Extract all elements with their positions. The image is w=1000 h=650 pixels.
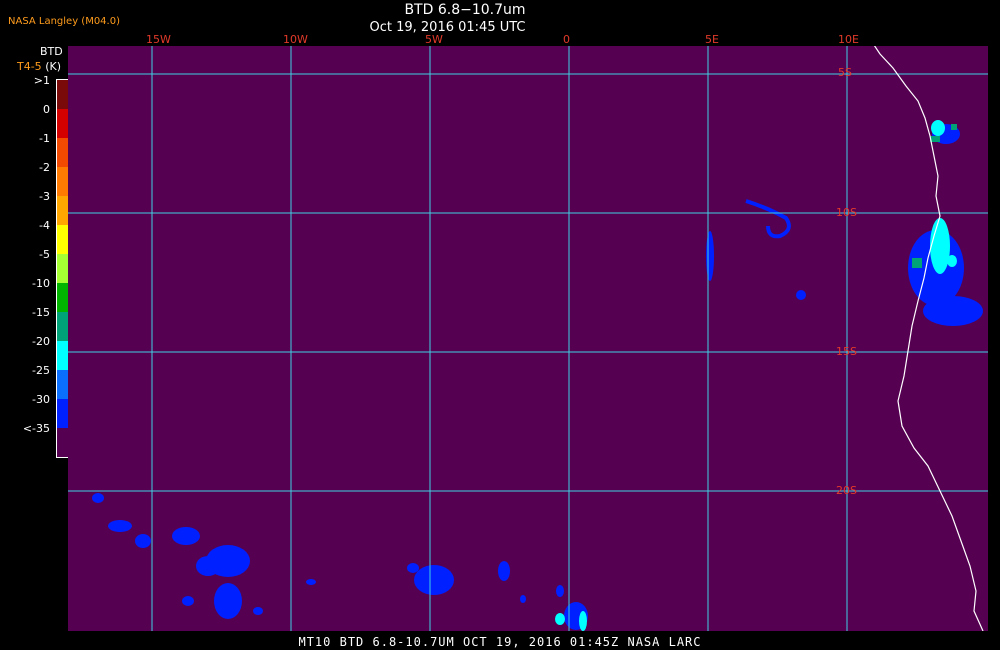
legend-label: -15: [32, 306, 50, 319]
lon-label-10w: 10W: [283, 33, 308, 46]
cloud-blob: [108, 520, 132, 532]
map-background: [68, 46, 988, 631]
cloud-blob: [414, 565, 454, 595]
lat-label-15s: 15S: [836, 345, 857, 358]
legend-label: -10: [32, 277, 50, 290]
satellite-map: [68, 46, 988, 631]
cloud-blob: [407, 563, 419, 573]
footer-caption: MT10 BTD 6.8-10.7UM OCT 19, 2016 01:45Z …: [298, 635, 702, 649]
legend-units-label: T4-5: [17, 60, 42, 73]
cloud-blob: [253, 607, 263, 615]
cloud-blob: [796, 290, 806, 300]
cloud-blob: [214, 583, 242, 619]
lon-label-0: 0: [563, 33, 570, 46]
cloud-blob: [92, 493, 104, 503]
cloud-blob: [556, 585, 564, 597]
lon-label-5e: 5E: [705, 33, 719, 46]
legend-label: -5: [39, 248, 50, 261]
cloud-core: [930, 218, 950, 274]
legend-label: >1: [33, 74, 50, 87]
producer-label: NASA Langley (M04.0): [8, 16, 120, 27]
legend-label: -4: [39, 219, 50, 232]
cloud-core: [931, 120, 945, 136]
legend-label: -30: [32, 393, 50, 406]
legend-label: -1: [39, 132, 50, 145]
lat-label-20s: 20S: [836, 484, 857, 497]
legend-title: BTD: [40, 45, 63, 58]
map-canvas: [68, 46, 988, 631]
lon-label-10e: 10E: [838, 33, 859, 46]
image-timestamp: Oct 19, 2016 01:45 UTC: [369, 20, 526, 35]
lat-label-5s: 5S: [838, 66, 852, 79]
legend-label: 0: [43, 103, 50, 116]
cloud-center: [912, 258, 922, 268]
legend-label: -25: [32, 364, 50, 377]
lon-label-5w: 5W: [425, 33, 443, 46]
lat-label-10s: 10S: [836, 206, 857, 219]
cloud-blob: [182, 596, 194, 606]
legend-label: -3: [39, 190, 50, 203]
cloud-blob: [172, 527, 200, 545]
cloud-center: [951, 124, 957, 130]
legend-label: -20: [32, 335, 50, 348]
lon-label-15w: 15W: [146, 33, 171, 46]
cloud-blob: [498, 561, 510, 581]
image-title: BTD 6.8−10.7um: [404, 2, 526, 18]
cloud-blob: [135, 534, 151, 548]
cloud-blob: [520, 595, 526, 603]
cloud-blob: [706, 231, 714, 281]
legend-units-value: (K): [45, 60, 61, 73]
legend-label: <-35: [22, 422, 50, 435]
cloud-core: [947, 255, 957, 267]
cloud-blob: [196, 556, 220, 576]
legend-label: -2: [39, 161, 50, 174]
cloud-blob: [306, 579, 316, 585]
cloud-core: [555, 613, 565, 625]
cloud-blob: [923, 296, 983, 326]
legend-units: T4-5 (K): [17, 60, 61, 73]
cloud-core: [579, 611, 587, 631]
